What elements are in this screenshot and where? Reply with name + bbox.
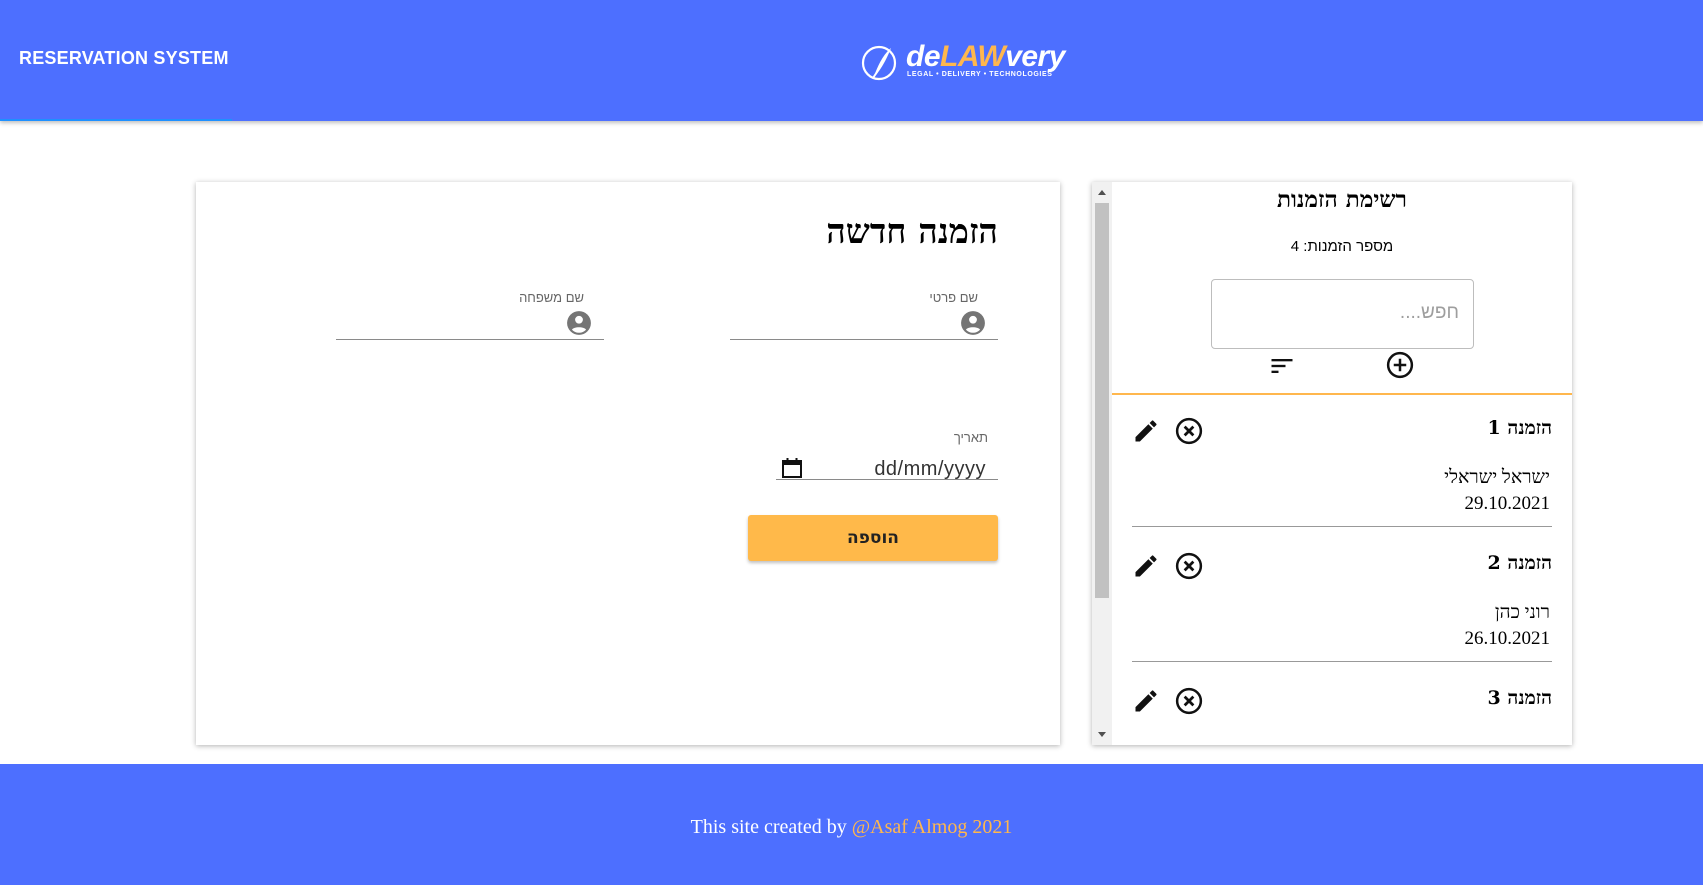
booking-date: 29.10.2021 bbox=[1464, 493, 1551, 514]
footer-credit: This site created by @Asaf Almog 2021 bbox=[0, 816, 1703, 839]
form-title: הזמנה חדשה bbox=[826, 212, 998, 252]
pencil-icon[interactable] bbox=[1132, 417, 1160, 445]
date-label: תאריך bbox=[953, 430, 988, 445]
bookings-list-card: רשימת הזמנות מספר הזמנות: 4 הזמנה 1 ישרא… bbox=[1092, 182, 1572, 745]
bookings-count: מספר הזמנות: 4 bbox=[1290, 238, 1394, 255]
scrollbar[interactable] bbox=[1092, 182, 1112, 745]
quill-logo-icon bbox=[861, 45, 897, 81]
cancel-circle-icon[interactable] bbox=[1174, 416, 1204, 446]
date-field[interactable]: תאריך dd/mm/yyyy bbox=[776, 430, 998, 480]
new-booking-card: הזמנה חדשה שם פרטי שם משפחה תאריך dd/mm/… bbox=[196, 182, 1060, 745]
booking-name: רוני כהן bbox=[1494, 602, 1550, 623]
last-name-field[interactable]: שם משפחה bbox=[336, 290, 604, 340]
app-footer: This site created by @Asaf Almog 2021 bbox=[0, 764, 1703, 885]
delawvery-logo: deLAWvery LEGAL • DELIVERY • TECHNOLOGIE… bbox=[860, 40, 1080, 84]
booking-title: הזמנה 1 bbox=[1487, 417, 1552, 439]
account-circle-icon bbox=[567, 311, 591, 335]
app-title[interactable]: RESERVATION SYSTEM bbox=[19, 48, 229, 69]
scroll-up-arrow-icon[interactable] bbox=[1098, 190, 1106, 195]
scrollbar-thumb[interactable] bbox=[1095, 203, 1109, 598]
logo-tagline: LEGAL • DELIVERY • TECHNOLOGIES bbox=[907, 71, 1053, 78]
booking-date: 26.10.2021 bbox=[1464, 628, 1551, 649]
cancel-circle-icon[interactable] bbox=[1174, 551, 1204, 581]
credit-author-link[interactable]: @Asaf Almog 2021 bbox=[852, 816, 1013, 838]
app-header: RESERVATION SYSTEM deLAWvery LEGAL • DEL… bbox=[0, 0, 1703, 121]
add-booking-button[interactable]: הוספה bbox=[748, 515, 998, 561]
booking-name: ישראל ישראלי bbox=[1444, 467, 1550, 488]
active-tab-indicator bbox=[0, 119, 232, 121]
add-circle-icon[interactable] bbox=[1385, 350, 1415, 380]
list-item: הזמנה 1 ישראל ישראלי 29.10.2021 bbox=[1132, 393, 1552, 527]
list-item: הזמנה 3 bbox=[1132, 663, 1552, 745]
logo-wordmark: deLAWvery bbox=[906, 40, 1065, 73]
pencil-icon[interactable] bbox=[1132, 552, 1160, 580]
account-circle-icon bbox=[961, 311, 985, 335]
list-title: רשימת הזמנות bbox=[1277, 186, 1407, 213]
last-name-label: שם משפחה bbox=[519, 290, 584, 305]
cancel-circle-icon[interactable] bbox=[1174, 686, 1204, 716]
calendar-icon[interactable] bbox=[780, 456, 804, 480]
list-item: הזמנה 2 רוני כהן 26.10.2021 bbox=[1132, 528, 1552, 662]
search-box[interactable] bbox=[1211, 279, 1474, 349]
sort-icon[interactable] bbox=[1268, 352, 1296, 380]
booking-title: הזמנה 3 bbox=[1487, 687, 1552, 709]
date-input[interactable]: dd/mm/yyyy bbox=[874, 458, 986, 481]
booking-title: הזמנה 2 bbox=[1487, 552, 1552, 574]
pencil-icon[interactable] bbox=[1132, 687, 1160, 715]
first-name-field[interactable]: שם פרטי bbox=[730, 290, 998, 340]
scroll-down-arrow-icon[interactable] bbox=[1098, 732, 1106, 737]
search-input[interactable] bbox=[1229, 302, 1459, 324]
credit-prefix: This site created by bbox=[690, 816, 852, 838]
first-name-label: שם פרטי bbox=[929, 290, 978, 305]
